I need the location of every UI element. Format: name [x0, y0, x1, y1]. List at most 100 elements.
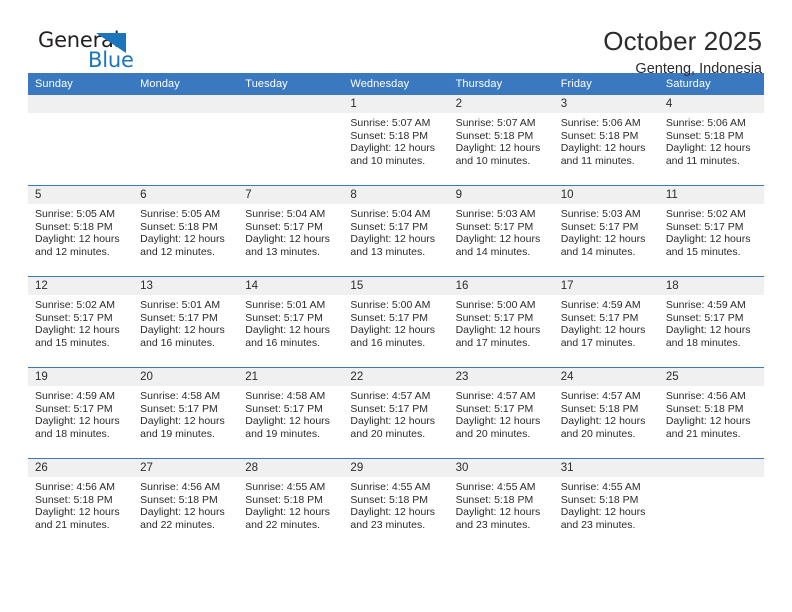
calendar-day-cell[interactable]: 23 Sunrise: 4:57 AM Sunset: 5:17 PM Dayligh…	[448, 367, 554, 459]
day-cell-inner	[28, 95, 134, 185]
calendar-day-cell[interactable]: 25 Sunrise: 4:56 AM Sunset: 5:18 PM Dayligh…	[658, 367, 764, 459]
day-detail-sunrise: Sunrise: 4:57 AM	[350, 390, 431, 402]
day-detail-sunrise: Sunrise: 5:04 AM	[350, 208, 431, 220]
day-detail-daylight-line1: Daylight: 12 hours	[455, 142, 541, 155]
day-detail-sunrise: Sunrise: 4:59 AM	[665, 299, 746, 311]
day-detail-daylight-line2: and 15 minutes.	[665, 245, 741, 258]
day-detail-sunrise: Sunrise: 5:03 AM	[455, 208, 536, 220]
day-cell-inner: 12 Sunrise: 5:02 AM Sunset: 5:17 PM Dayligh…	[28, 277, 134, 367]
day-detail-daylight-line1: Daylight: 12 hours	[350, 324, 436, 337]
day-detail-sunrise: Sunrise: 5:00 AM	[350, 299, 431, 311]
day-detail-daylight-line2: and 22 minutes.	[245, 518, 320, 531]
day-detail-sunset: Sunset: 5:18 PM	[35, 493, 113, 506]
day-details: Sunrise: 5:03 AM Sunset: 5:17 PM Daylight:…	[449, 204, 554, 258]
day-detail-sunset: Sunset: 5:17 PM	[245, 311, 323, 324]
day-detail-sunset: Sunset: 5:18 PM	[35, 220, 113, 233]
calendar-day-cell[interactable]: 7 Sunrise: 5:04 AM Sunset: 5:17 PM Daylight…	[238, 185, 344, 277]
calendar-day-cell[interactable]: 27 Sunrise: 4:56 AM Sunset: 5:18 PM Dayligh…	[133, 458, 239, 549]
calendar-day-cell	[658, 458, 764, 549]
calendar-day-cell[interactable]: 15 Sunrise: 5:00 AM Sunset: 5:17 PM Dayligh…	[343, 276, 449, 368]
day-detail-daylight-line2: and 11 minutes.	[560, 154, 635, 167]
day-number: 26	[28, 459, 134, 477]
day-number: 11	[658, 186, 764, 204]
calendar-day-cell[interactable]: 18 Sunrise: 4:59 AM Sunset: 5:17 PM Dayligh…	[658, 276, 764, 368]
day-detail-daylight-line2: and 23 minutes.	[560, 518, 636, 531]
calendar-day-cell[interactable]: 30 Sunrise: 4:55 AM Sunset: 5:18 PM Dayligh…	[448, 458, 554, 549]
day-detail-sunset: Sunset: 5:17 PM	[350, 311, 429, 324]
day-details: Sunrise: 5:04 AM Sunset: 5:17 PM Daylight:…	[343, 204, 448, 258]
day-detail-sunset: Sunset: 5:18 PM	[455, 493, 534, 506]
day-detail-daylight-line2: and 10 minutes.	[350, 154, 426, 167]
calendar-week-row: 1 Sunrise: 5:07 AM Sunset: 5:18 PM Daylight…	[28, 95, 764, 186]
calendar-day-cell[interactable]: 2 Sunrise: 5:07 AM Sunset: 5:18 PM Daylight…	[448, 95, 554, 186]
calendar-day-cell[interactable]: 31 Sunrise: 4:55 AM Sunset: 5:18 PM Dayligh…	[553, 458, 659, 549]
calendar-day-cell[interactable]: 28 Sunrise: 4:55 AM Sunset: 5:18 PM Dayligh…	[238, 458, 344, 549]
day-details: Sunrise: 5:07 AM Sunset: 5:18 PM Daylight:…	[343, 113, 448, 167]
day-detail-daylight-line2: and 22 minutes.	[140, 518, 215, 531]
day-cell-inner: 27 Sunrise: 4:56 AM Sunset: 5:18 PM Dayligh…	[133, 459, 239, 549]
day-details	[659, 477, 764, 481]
calendar-day-cell	[28, 95, 134, 186]
day-detail-sunset: Sunset: 5:18 PM	[560, 129, 639, 142]
day-detail-sunrise: Sunrise: 5:07 AM	[455, 117, 536, 129]
calendar-day-cell[interactable]: 14 Sunrise: 5:01 AM Sunset: 5:17 PM Dayligh…	[238, 276, 344, 368]
calendar-day-cell[interactable]: 16 Sunrise: 5:00 AM Sunset: 5:17 PM Dayligh…	[448, 276, 554, 368]
day-detail-sunset: Sunset: 5:18 PM	[140, 493, 218, 506]
day-detail-daylight-line2: and 20 minutes.	[350, 427, 426, 440]
day-detail-sunset: Sunset: 5:17 PM	[665, 220, 744, 233]
calendar-day-cell[interactable]: 3 Sunrise: 5:06 AM Sunset: 5:18 PM Daylight…	[553, 95, 659, 186]
calendar-day-cell[interactable]: 26 Sunrise: 4:56 AM Sunset: 5:18 PM Dayligh…	[28, 458, 134, 549]
calendar-day-cell[interactable]: 19 Sunrise: 4:59 AM Sunset: 5:17 PM Dayligh…	[28, 367, 134, 459]
day-cell-inner: 30 Sunrise: 4:55 AM Sunset: 5:18 PM Dayligh…	[448, 459, 554, 549]
day-detail-daylight-line2: and 12 minutes.	[140, 245, 215, 258]
day-number: 3	[553, 95, 659, 113]
calendar-day-cell[interactable]: 9 Sunrise: 5:03 AM Sunset: 5:17 PM Daylight…	[448, 185, 554, 277]
day-detail-sunrise: Sunrise: 5:05 AM	[35, 208, 115, 220]
calendar-day-cell[interactable]: 5 Sunrise: 5:05 AM Sunset: 5:18 PM Daylight…	[28, 185, 134, 277]
day-number: 29	[343, 459, 449, 477]
day-details: Sunrise: 5:06 AM Sunset: 5:18 PM Daylight:…	[554, 113, 659, 167]
calendar-day-cell[interactable]: 20 Sunrise: 4:58 AM Sunset: 5:17 PM Dayligh…	[133, 367, 239, 459]
calendar-day-cell[interactable]: 4 Sunrise: 5:06 AM Sunset: 5:18 PM Daylight…	[658, 95, 764, 186]
calendar-day-cell[interactable]: 12 Sunrise: 5:02 AM Sunset: 5:17 PM Dayligh…	[28, 276, 134, 368]
day-detail-daylight-line2: and 13 minutes.	[245, 245, 320, 258]
weekday-header-tuesday: Tuesday	[238, 73, 344, 95]
day-detail-daylight-line1: Daylight: 12 hours	[455, 233, 541, 246]
calendar-week-row: 19 Sunrise: 4:59 AM Sunset: 5:17 PM Dayligh…	[28, 367, 764, 459]
calendar-day-cell[interactable]: 10 Sunrise: 5:03 AM Sunset: 5:17 PM Dayligh…	[553, 185, 659, 277]
day-cell-inner: 19 Sunrise: 4:59 AM Sunset: 5:17 PM Dayligh…	[28, 368, 134, 458]
day-details: Sunrise: 5:05 AM Sunset: 5:18 PM Daylight:…	[28, 204, 133, 258]
calendar-day-cell[interactable]: 29 Sunrise: 4:55 AM Sunset: 5:18 PM Dayligh…	[343, 458, 449, 549]
calendar-day-cell[interactable]: 8 Sunrise: 5:04 AM Sunset: 5:17 PM Daylight…	[343, 185, 449, 277]
calendar-day-cell[interactable]: 17 Sunrise: 4:59 AM Sunset: 5:17 PM Dayligh…	[553, 276, 659, 368]
day-detail-daylight-line1: Daylight: 12 hours	[350, 233, 436, 246]
general-blue-logo[interactable]: General Blue	[28, 28, 148, 80]
day-detail-sunset: Sunset: 5:18 PM	[560, 402, 639, 415]
day-detail-sunset: Sunset: 5:17 PM	[350, 220, 429, 233]
calendar-day-cell[interactable]: 6 Sunrise: 5:05 AM Sunset: 5:18 PM Daylight…	[133, 185, 239, 277]
calendar-day-cell[interactable]: 22 Sunrise: 4:57 AM Sunset: 5:17 PM Dayligh…	[343, 367, 449, 459]
day-number: 10	[553, 186, 659, 204]
day-detail-daylight-line1: Daylight: 12 hours	[455, 415, 541, 428]
weekday-header-monday: Monday	[133, 73, 239, 95]
day-cell-inner: 28 Sunrise: 4:55 AM Sunset: 5:18 PM Dayligh…	[238, 459, 344, 549]
day-detail-sunrise: Sunrise: 4:58 AM	[140, 390, 221, 402]
calendar-week-row: 12 Sunrise: 5:02 AM Sunset: 5:17 PM Dayligh…	[28, 276, 764, 368]
day-detail-daylight-line1: Daylight: 12 hours	[35, 324, 120, 337]
day-detail-sunset: Sunset: 5:17 PM	[245, 402, 323, 415]
day-number	[238, 95, 344, 113]
calendar-day-cell[interactable]: 1 Sunrise: 5:07 AM Sunset: 5:18 PM Daylight…	[343, 95, 449, 186]
day-detail-daylight-line2: and 18 minutes.	[665, 336, 741, 349]
day-details: Sunrise: 5:00 AM Sunset: 5:17 PM Daylight:…	[449, 295, 554, 349]
day-detail-sunset: Sunset: 5:18 PM	[665, 402, 744, 415]
day-cell-inner: 14 Sunrise: 5:01 AM Sunset: 5:17 PM Dayligh…	[238, 277, 344, 367]
day-cell-inner	[238, 95, 344, 185]
day-cell-inner: 26 Sunrise: 4:56 AM Sunset: 5:18 PM Dayligh…	[28, 459, 134, 549]
day-number: 6	[133, 186, 239, 204]
calendar-day-cell[interactable]: 13 Sunrise: 5:01 AM Sunset: 5:17 PM Dayligh…	[133, 276, 239, 368]
calendar-day-cell[interactable]: 11 Sunrise: 5:02 AM Sunset: 5:17 PM Dayligh…	[658, 185, 764, 277]
day-detail-daylight-line2: and 14 minutes.	[560, 245, 636, 258]
day-details: Sunrise: 5:01 AM Sunset: 5:17 PM Daylight:…	[238, 295, 343, 349]
calendar-day-cell[interactable]: 21 Sunrise: 4:58 AM Sunset: 5:17 PM Dayligh…	[238, 367, 344, 459]
calendar-day-cell[interactable]: 24 Sunrise: 4:57 AM Sunset: 5:18 PM Dayligh…	[553, 367, 659, 459]
